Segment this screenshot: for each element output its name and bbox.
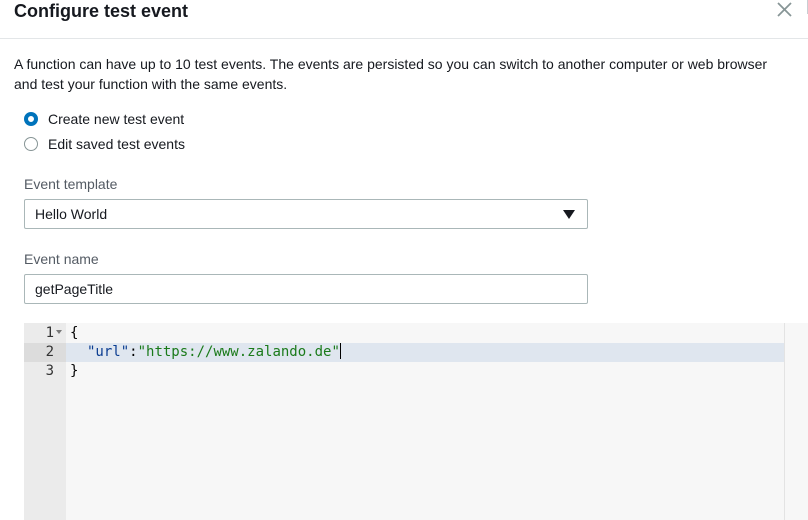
line-number: 2: [45, 344, 54, 360]
caret-down-icon: [563, 210, 575, 219]
event-template-select[interactable]: Hello World: [24, 199, 588, 229]
close-button[interactable]: [772, 0, 796, 22]
radio-edit-saved-test-events[interactable]: Edit saved test events: [24, 134, 185, 154]
dialog-description: A function can have up to 10 test events…: [14, 56, 768, 92]
text-cursor: [339, 343, 341, 359]
radio-create-label: Create new test event: [48, 111, 185, 127]
configure-test-event-dialog: Configure test event A function can have…: [0, 0, 808, 520]
line-number: 3: [45, 363, 54, 379]
event-template-value: Hello World: [35, 206, 108, 222]
editor-code-area[interactable]: { "url":"https://www.zalando.de" }: [66, 323, 808, 520]
dialog-title: Configure test event: [14, 1, 189, 21]
code-line-2: "url":"https://www.zalando.de": [87, 343, 341, 362]
close-brace: }: [70, 363, 79, 379]
json-colon: :: [129, 344, 138, 360]
open-brace: {: [70, 325, 79, 341]
json-string-value: "https://www.zalando.de": [137, 344, 340, 360]
json-code-editor[interactable]: 1 2 3 { "url":"https://www.zalando.de" }: [24, 323, 808, 520]
event-template-label: Event template: [24, 176, 118, 192]
code-line-1: {: [70, 324, 78, 343]
json-key: "url": [87, 344, 130, 360]
radio-edit-label: Edit saved test events: [48, 136, 185, 152]
code-line-3: }: [70, 362, 78, 381]
radio-create-new-test-event[interactable]: Create new test event: [24, 109, 184, 129]
dialog-header: Configure test event: [0, 0, 808, 39]
fold-arrow-icon[interactable]: [56, 330, 62, 334]
radio-unchecked-icon[interactable]: [24, 137, 38, 151]
event-name-input[interactable]: [24, 274, 588, 304]
radio-checked-icon[interactable]: [24, 112, 38, 126]
line-number: 1: [45, 325, 54, 341]
close-icon: [777, 2, 792, 17]
event-name-label: Event name: [24, 251, 99, 267]
print-margin: [784, 323, 785, 520]
editor-gutter: 1 2 3: [24, 323, 66, 520]
